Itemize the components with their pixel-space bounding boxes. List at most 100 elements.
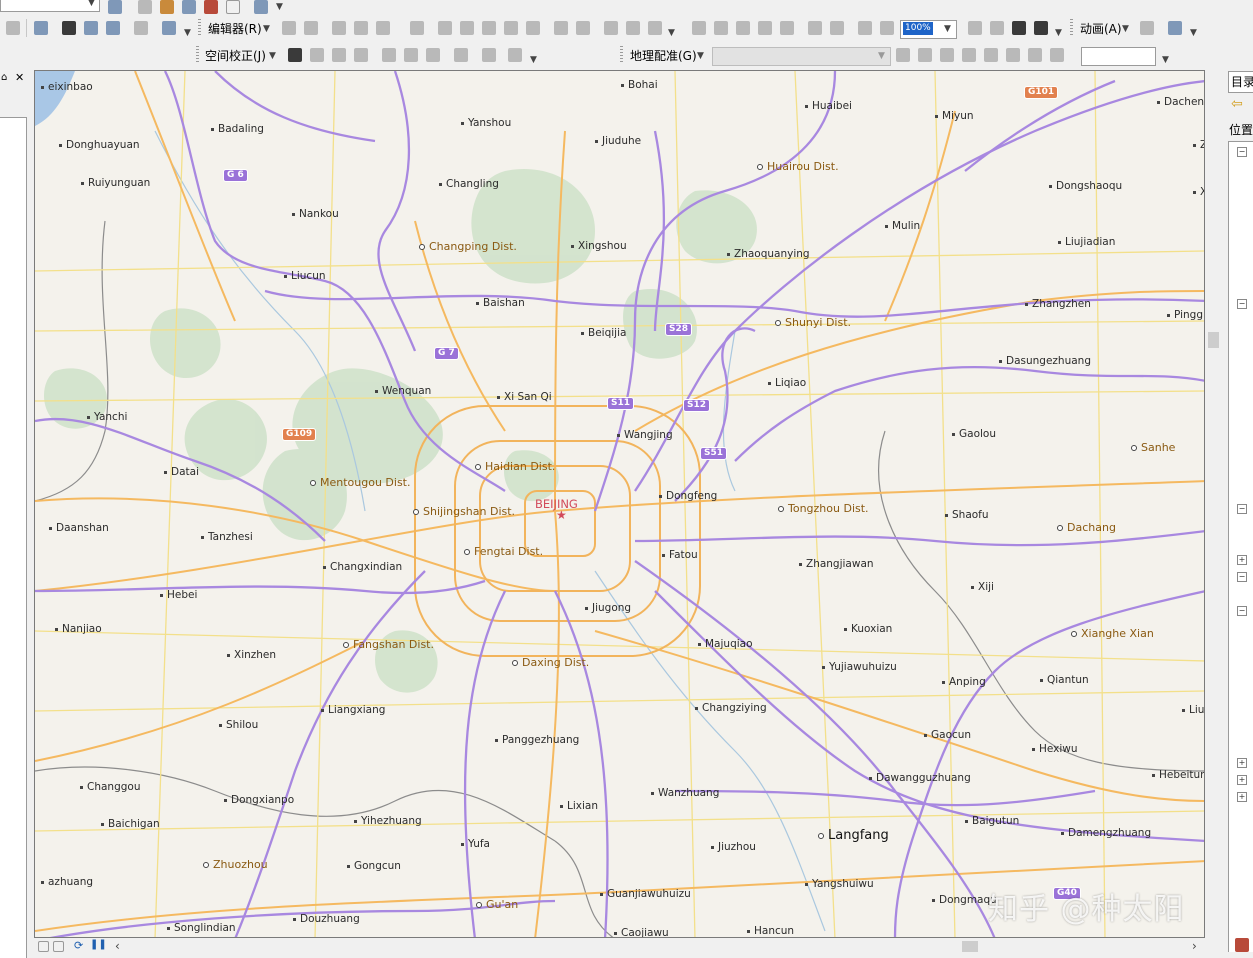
time-slider-icon[interactable] [134, 21, 148, 35]
magnifier-icon[interactable] [162, 21, 176, 35]
view-link-table-icon[interactable] [454, 48, 468, 62]
back-extent-icon[interactable] [858, 21, 872, 35]
multiple-displacement-icon[interactable] [354, 48, 368, 62]
layout-view-icon[interactable] [53, 941, 64, 952]
viewer-icon[interactable] [1028, 48, 1042, 62]
collapse-node-icon[interactable]: − [1237, 504, 1247, 514]
toolbar-grip[interactable] [1070, 19, 1073, 37]
find-binoculars-icon[interactable] [62, 21, 76, 35]
data-driven-pages-icon[interactable] [1034, 21, 1048, 35]
toolbar-options-icon[interactable]: ▼ [184, 28, 191, 38]
zoom-in-fixed-icon[interactable] [692, 21, 706, 35]
delete-control-point-icon[interactable] [984, 48, 998, 62]
rotate-raster-icon[interactable] [896, 48, 910, 62]
search-window-icon[interactable] [182, 0, 196, 14]
chevron-down-icon[interactable]: ▼ [697, 51, 704, 61]
expand-node-icon[interactable]: + [1237, 792, 1247, 802]
toggle-draft-icon[interactable] [968, 21, 982, 35]
view-link-table-icon[interactable] [1006, 48, 1020, 62]
georeferencing-input[interactable] [1081, 47, 1156, 66]
data-view-icon[interactable] [38, 941, 49, 952]
trace-icon[interactable] [376, 21, 390, 35]
cut-polygons-icon[interactable] [482, 21, 496, 35]
rotate-measure-icon[interactable] [1050, 48, 1064, 62]
select-elements-icon[interactable] [108, 0, 122, 14]
modify-link-icon[interactable] [332, 48, 346, 62]
catalog-tab[interactable]: 目录 [1228, 71, 1253, 93]
map-view[interactable]: eixinbao Bohai Huaibei Miyun Dachen Badaling Y… [34, 70, 1205, 938]
zoom-out-fixed-icon[interactable] [714, 21, 728, 35]
toolbar-options-icon[interactable]: ▼ [276, 2, 283, 12]
collapse-node-icon[interactable]: − [1237, 606, 1247, 616]
rotate-icon[interactable] [526, 21, 540, 35]
select-arrow-icon[interactable] [288, 48, 302, 62]
georeferencing-menu[interactable]: 地理配准(G) [630, 48, 697, 64]
zoom-whole-page-icon[interactable] [758, 21, 772, 35]
python-window-icon[interactable] [226, 0, 240, 14]
scroll-left-icon[interactable]: ‹ [115, 939, 120, 953]
edgematch-icon[interactable] [482, 48, 496, 62]
attribute-transfer-icon[interactable] [508, 48, 522, 62]
find-route-icon[interactable] [84, 21, 98, 35]
new-displacement-link-icon[interactable] [310, 48, 324, 62]
change-layout-icon[interactable] [1012, 21, 1026, 35]
fixed-zoom-out-icon[interactable] [830, 21, 844, 35]
pause-drawing-icon[interactable]: ❚❚ [90, 939, 107, 950]
scroll-right-icon[interactable]: › [1192, 939, 1197, 953]
create-features-icon[interactable] [604, 21, 618, 35]
pin-icon[interactable]: ⌂ [1, 72, 7, 83]
focus-data-frame-icon[interactable] [990, 21, 1004, 35]
back-arrow-icon[interactable]: ⇦ [1231, 96, 1243, 112]
table-icon[interactable] [138, 0, 152, 14]
go-to-xy-icon[interactable] [106, 21, 120, 35]
spatial-adjustment-menu[interactable]: 空间校正(J) [205, 48, 266, 64]
refresh-icon[interactable]: ⟳ [74, 939, 83, 952]
catalog-icon[interactable] [160, 0, 174, 14]
full-extent-icon[interactable] [626, 21, 640, 35]
layer-dropdown[interactable] [0, 0, 100, 12]
edit-vertices-icon[interactable] [438, 21, 452, 35]
horizontal-scrollbar[interactable]: ⟳ ❚❚ ‹ › [34, 938, 1205, 956]
zoom-100-icon[interactable] [780, 21, 794, 35]
reshape-icon[interactable] [460, 21, 474, 35]
toolbar-grip[interactable] [620, 46, 623, 64]
layout-icon[interactable] [648, 21, 662, 35]
toolbar-options-icon[interactable]: ▼ [1055, 28, 1062, 38]
chevron-down-icon[interactable]: ▼ [88, 0, 95, 8]
forward-extent-icon[interactable] [880, 21, 894, 35]
animation-menu[interactable]: 动画(A) [1080, 21, 1122, 37]
close-icon[interactable]: ✕ [15, 71, 24, 84]
shift-raster-icon[interactable] [918, 48, 932, 62]
new-limited-area-icon[interactable] [404, 48, 418, 62]
chevron-down-icon[interactable]: ▼ [944, 24, 951, 34]
add-control-points-icon[interactable] [962, 48, 976, 62]
model-builder-icon[interactable] [254, 0, 268, 14]
edit-tool-icon[interactable] [282, 21, 296, 35]
add-data-icon[interactable] [34, 21, 48, 35]
toolbox-icon[interactable] [204, 0, 218, 14]
edit-annotation-icon[interactable] [304, 21, 318, 35]
toolbar-grip[interactable] [198, 19, 201, 37]
split-icon[interactable] [504, 21, 518, 35]
pan-layout-icon[interactable] [736, 21, 750, 35]
catalog-tree[interactable]: − − − + − − + + + [1228, 141, 1253, 952]
animation-manager-icon[interactable] [1168, 21, 1182, 35]
point-icon[interactable] [410, 21, 424, 35]
chevron-down-icon[interactable]: ▼ [269, 51, 276, 61]
clear-limited-area-icon[interactable] [426, 48, 440, 62]
toolbox-icon[interactable] [1235, 938, 1249, 952]
chevron-down-icon[interactable]: ▼ [1122, 24, 1129, 34]
sketch-properties-icon[interactable] [576, 21, 590, 35]
expand-node-icon[interactable]: + [1237, 775, 1247, 785]
expand-node-icon[interactable]: + [1237, 555, 1247, 565]
table-of-contents-pane[interactable] [0, 117, 27, 958]
toolbar-options-icon[interactable]: ▼ [1190, 28, 1197, 38]
collapse-node-icon[interactable]: − [1237, 147, 1247, 157]
chevron-down-icon[interactable]: ▼ [878, 51, 885, 61]
capture-view-icon[interactable] [1140, 21, 1154, 35]
toolbar-options-icon[interactable]: ▼ [530, 55, 537, 65]
georeferencing-layer-dropdown[interactable] [712, 47, 891, 66]
collapse-node-icon[interactable]: − [1237, 572, 1247, 582]
editor-menu[interactable]: 编辑器(R) [208, 21, 262, 37]
expand-node-icon[interactable]: + [1237, 758, 1247, 768]
